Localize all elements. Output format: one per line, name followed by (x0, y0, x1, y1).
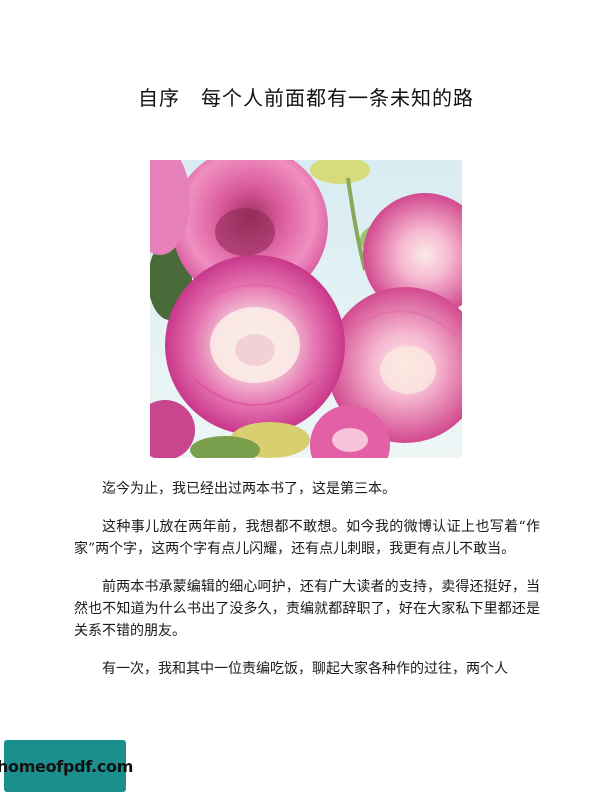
paragraph-3: 前两本书承蒙编辑的细心呵护，还有广大读者的支持，卖得还挺好，当然也不知道为什么书… (74, 579, 540, 639)
paragraph-2: 这种事儿放在两年前，我想都不敢想。如今我的微博认证上也写着“作家”两个字，这两个… (74, 519, 540, 557)
watermark-text: homeofpdf.com (0, 756, 134, 776)
watermark-badge[interactable]: homeofpdf.com (0, 740, 133, 792)
document-page: 自序 每个人前面都有一条未知的路 迄今为止，我已经出过两本书了，这是第三本。 这… (0, 0, 612, 792)
roses-photo (150, 160, 462, 458)
body-text: 迄今为止，我已经出过两本书了，这是第三本。 这种事儿放在两年前，我想都不敢想。如… (74, 478, 540, 696)
chapter-title: 自序 每个人前面都有一条未知的路 (138, 86, 474, 110)
paragraph-4: 有一次，我和其中一位责编吃饭，聊起大家各种作的过往，两个人 (102, 661, 508, 677)
paragraph-1: 迄今为止，我已经出过两本书了，这是第三本。 (102, 481, 396, 497)
